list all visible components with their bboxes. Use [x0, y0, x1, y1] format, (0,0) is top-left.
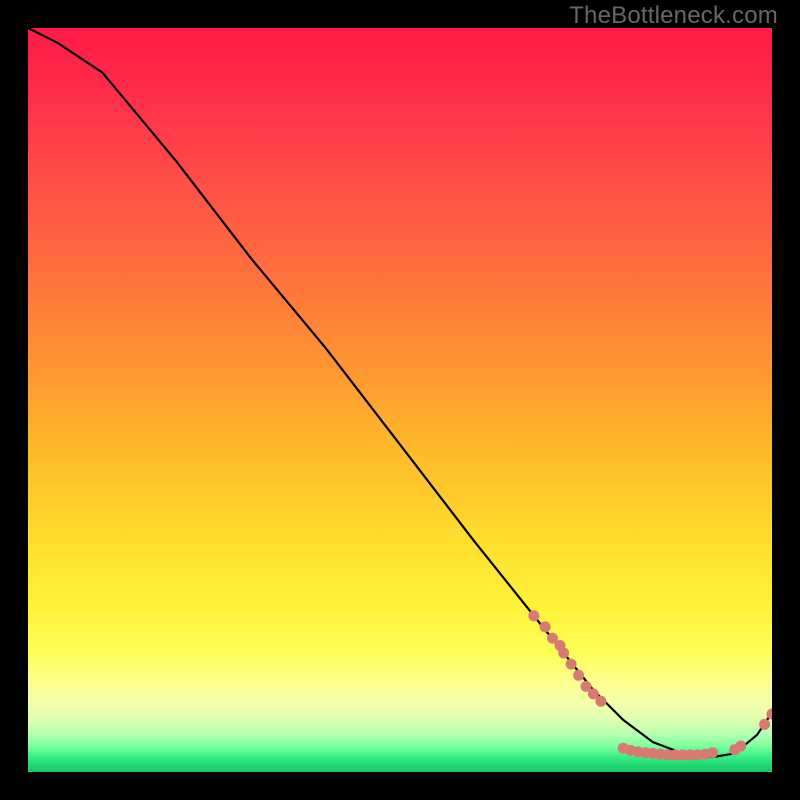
scatter-points — [528, 610, 772, 760]
data-point — [558, 648, 569, 659]
watermark-label: TheBottleneck.com — [569, 2, 778, 30]
data-point — [759, 719, 770, 730]
data-point — [528, 610, 539, 621]
plot-area — [28, 28, 772, 772]
data-point — [566, 659, 577, 670]
data-point — [707, 747, 718, 758]
curve-path-group — [28, 28, 772, 757]
chart-frame: TheBottleneck.com — [0, 0, 800, 800]
bottleneck-curve — [28, 28, 772, 757]
data-point — [573, 670, 584, 681]
data-point — [735, 741, 746, 752]
data-point — [595, 696, 606, 707]
data-point — [540, 621, 551, 632]
curve-layer — [28, 28, 772, 772]
